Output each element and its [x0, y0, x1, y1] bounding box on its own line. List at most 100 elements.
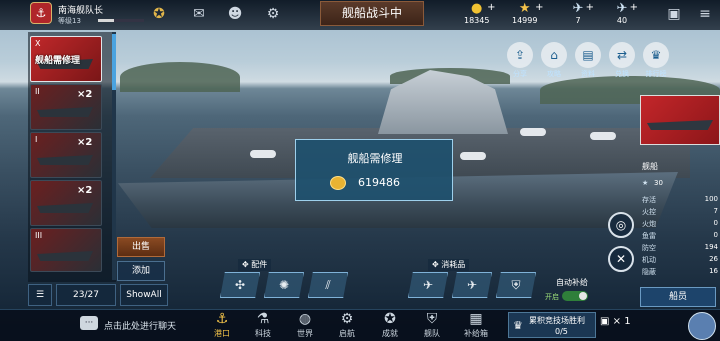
tier-label: I	[35, 135, 38, 144]
tier-label: III	[35, 231, 43, 240]
parts-label: ✥ 配件	[238, 259, 272, 271]
toggle-state-label: 开启	[545, 293, 559, 301]
arena-task[interactable]: ♛ 累积竞技场胜利 0/5	[508, 312, 596, 338]
rank-badge-icon[interactable]: ✪	[150, 6, 168, 22]
plane-a-resource[interactable]: ✈ 7 +	[568, 2, 594, 26]
treasure-chest-icon[interactable]: ▣	[664, 6, 684, 22]
friends-icon[interactable]: ☻	[226, 6, 244, 22]
shield-icon: ⛨	[511, 278, 521, 292]
fleet-scrollbar[interactable]	[112, 32, 116, 280]
auto-refill-toggle[interactable]	[562, 291, 588, 301]
chat-prompt[interactable]: 点击此处进行聊天	[104, 319, 176, 332]
repair-popup[interactable]: 舰船需修理 619486	[295, 139, 453, 201]
fleet-card[interactable]: X 舰船需修理	[30, 36, 102, 82]
medal-icon: ✪	[384, 311, 396, 327]
tier-label: X	[35, 39, 41, 48]
status-title: 舰船战斗中	[320, 1, 424, 26]
show-all-button[interactable]: ShowAll	[120, 284, 168, 306]
star-resource[interactable]: ★ 14999 +	[512, 1, 543, 26]
list-view-icon[interactable]: ☰	[28, 284, 52, 306]
fleet-count: 23/27	[56, 284, 116, 306]
fleet-card[interactable]: I ×2	[30, 132, 102, 178]
fleet-card[interactable]: III	[30, 228, 102, 272]
gun-icon: ⫽	[325, 278, 331, 292]
nav-fleet[interactable]: ⛨ 舰队	[414, 311, 450, 339]
aircraft	[520, 128, 546, 136]
info-button[interactable]: ▤ 资料	[574, 42, 602, 79]
mail-icon[interactable]: ✉	[190, 6, 208, 22]
consumable-slot-plane[interactable]: ✈	[408, 272, 448, 298]
plane-icon: ✈	[422, 278, 434, 292]
xp-fill	[98, 19, 115, 22]
ship-level: 30	[654, 179, 663, 187]
coin-icon	[330, 176, 346, 190]
repair-tools-icon[interactable]: ✕	[608, 246, 634, 272]
stat-row: 火炮 0	[642, 219, 718, 228]
part-slot-gun[interactable]: ⫽	[308, 272, 348, 298]
part-slot-propeller[interactable]: ✣	[220, 272, 260, 298]
guide-button[interactable]: ⌂ 攻略	[540, 42, 568, 79]
nav-achievements[interactable]: ✪ 成就	[372, 311, 408, 339]
add-star-icon[interactable]: +	[535, 2, 543, 13]
chat-icon[interactable]: ···	[80, 316, 98, 330]
info-label: 资料	[581, 70, 595, 78]
gift-box-icon: ▣	[600, 316, 610, 327]
add-plane-a-icon[interactable]: +	[586, 2, 594, 13]
stat-row: 机动 26	[642, 255, 718, 264]
multiplier-badge: ×2	[77, 89, 93, 100]
reward-gift[interactable]: ▣ × 1	[600, 316, 631, 327]
share-icon: ⇪	[507, 42, 533, 68]
consumable-slot-shield[interactable]: ⛨	[496, 272, 536, 298]
menu-icon[interactable]: ≡	[696, 6, 714, 22]
player-level: 等级13	[58, 17, 81, 25]
popup-title: 舰船需修理	[347, 152, 403, 165]
add-button[interactable]: 添加	[117, 261, 165, 281]
target-icon[interactable]: ◎	[608, 212, 634, 238]
part-slot-wheel[interactable]: ✺	[264, 272, 304, 298]
gold-resource[interactable]: ● 18345 +	[464, 2, 495, 26]
nav-world[interactable]: ◍ 世界	[287, 311, 323, 339]
settings-gear-icon[interactable]: ⚙	[264, 6, 282, 22]
multiplier-badge: ×2	[77, 137, 93, 148]
aircraft	[460, 152, 486, 160]
ranking-icon: ♛	[643, 42, 669, 68]
nav-tech[interactable]: ⚗ 科技	[245, 311, 281, 339]
gift-count: × 1	[612, 316, 631, 327]
tier-label: II	[35, 87, 40, 96]
document-icon: ▤	[575, 42, 601, 68]
ship-wheel-icon: ✺	[278, 278, 290, 292]
auto-refill-label: 自动补给	[556, 278, 588, 287]
stat-row: 火控 7	[642, 207, 718, 216]
stat-row: 防空 194	[642, 243, 718, 252]
consumable-slot-fighter[interactable]: ✈	[452, 272, 492, 298]
ship-silhouette	[647, 120, 713, 130]
add-gold-icon[interactable]: +	[487, 2, 495, 13]
fighter-icon: ✈	[466, 278, 478, 292]
exchange-button[interactable]: ⇄ 兑换	[608, 42, 636, 79]
add-plane-b-icon[interactable]: +	[630, 2, 638, 13]
ranking-label: 排行榜	[645, 70, 667, 78]
ranking-button[interactable]: ♛ 排行榜	[642, 42, 670, 79]
plane-b-value: 40	[616, 16, 628, 25]
player-avatar[interactable]: ⚓	[30, 2, 52, 24]
parts-icon: ✥	[242, 260, 252, 269]
share-button[interactable]: ⇪ 分享	[506, 42, 534, 79]
selected-ship-thumbnail[interactable]	[640, 95, 720, 145]
nav-port[interactable]: ⚓ 港口	[204, 311, 240, 339]
fleet-card[interactable]: ×2	[30, 180, 102, 226]
tech-icon: ⚗	[256, 311, 270, 327]
nav-supply-box[interactable]: ▦ 补给箱	[458, 311, 494, 339]
ship-silhouette	[37, 107, 93, 117]
star-icon: ★	[518, 1, 531, 16]
sell-button[interactable]: 出售	[117, 237, 165, 257]
propeller-icon: ✣	[234, 278, 246, 292]
fleet-card[interactable]: II ×2	[30, 84, 102, 130]
exchange-icon: ⇄	[609, 42, 635, 68]
secretary-avatar[interactable]	[688, 312, 716, 340]
plane-b-resource[interactable]: ✈ 40 +	[612, 2, 638, 26]
star-value: 14999	[512, 16, 538, 25]
crew-button[interactable]: 船员	[640, 287, 716, 307]
scroll-thumb[interactable]	[112, 34, 116, 90]
multiplier-badge: ×2	[77, 185, 93, 196]
nav-sail[interactable]: ⚙ 启航	[329, 311, 365, 339]
